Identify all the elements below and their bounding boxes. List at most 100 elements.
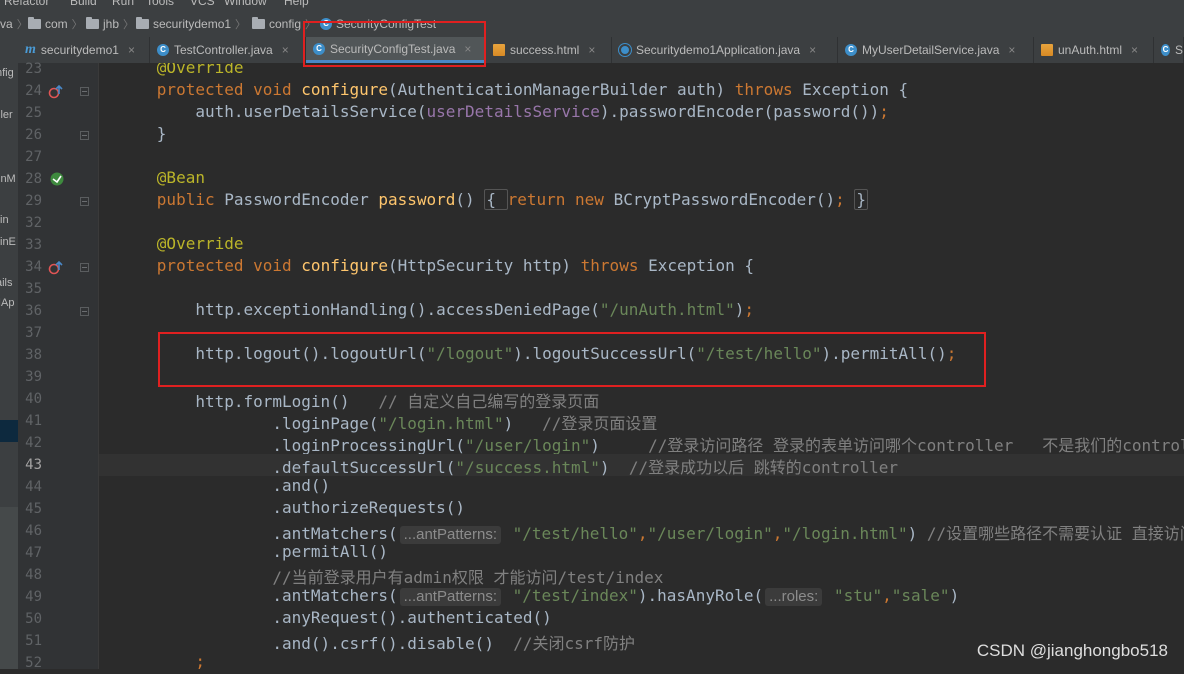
code-token: .antMatchers( [99,586,398,605]
code-line[interactable]: @Bean [99,168,1184,190]
code-line[interactable]: auth.userDetailsService(userDetailsServi… [99,102,1184,124]
project-tree-item[interactable]: ails [0,277,13,289]
code-token: configure [301,80,388,99]
close-icon[interactable]: × [1131,43,1138,57]
project-tree-item[interactable]: IAp [0,297,15,309]
code-line[interactable] [99,278,1184,300]
tab-myuserdetailservice[interactable]: C MyUserDetailService.java × [838,37,1034,63]
tab-unauth-html[interactable]: unAuth.html × [1034,37,1154,63]
code-line[interactable]: .authorizeRequests() [99,498,1184,520]
code-token: } [99,124,167,143]
code-line[interactable]: @Override [99,234,1184,256]
close-icon[interactable]: × [128,43,135,57]
tab-overflow[interactable]: C S [1154,37,1184,63]
tab-label: unAuth.html [1058,43,1123,57]
code-token: "/user/login" [465,436,591,455]
code-line[interactable]: http.logout().logoutUrl("/logout").logou… [99,344,1184,366]
code-line[interactable]: } [99,124,1184,146]
code-token: Exception { [648,256,755,275]
line-number-gutter[interactable]: 23 24 25 26 27 28 29 32 33 34 35 36 37 38 39 40 41 42 43 44… [18,61,111,671]
fold-toggle-icon[interactable] [80,263,89,272]
line-number: 35 [25,281,42,297]
fold-toggle-icon[interactable] [80,307,89,316]
fold-toggle-icon[interactable] [80,131,89,140]
project-tree-item[interactable]: nfig [0,67,14,79]
menu-refactor[interactable]: Refactor [4,0,49,8]
project-tree-item[interactable]: in [0,214,9,226]
project-tree-item[interactable]: inM [0,173,16,185]
code-line[interactable]: .anyRequest().authenticated() [99,608,1184,630]
menu-tools[interactable]: Tools [146,0,174,8]
code-line[interactable]: .loginPage("/login.html") //登录页面设置 [99,410,1184,433]
breadcrumb-item-config[interactable]: config 〉 [252,15,316,33]
code-line[interactable]: protected void configure(AuthenticationM… [99,80,1184,102]
fold-toggle-icon[interactable] [80,197,89,206]
menu-window[interactable]: Window [224,0,267,8]
code-token: protected [156,256,254,275]
project-tree-item[interactable]: inE [0,236,16,248]
code-line[interactable]: @Override [99,63,1184,80]
code-token: .permitAll() [99,542,388,561]
breadcrumb-item-securitydemo1[interactable]: securitydemo1 〉 [136,15,246,33]
watermark: CSDN @jianghongbo518 [976,641,1168,660]
code-token: "/test/hello" [512,524,638,543]
tab-securitydemo1application[interactable]: Securitydemo1Application.java × [612,37,838,63]
fold-toggle-icon[interactable] [80,87,89,96]
code-token: ).hasAnyRole( [637,586,764,605]
menu-vcs[interactable]: VCS [190,0,215,8]
code-line[interactable]: .antMatchers(...antPatterns: "/test/inde… [99,586,1184,608]
code-line[interactable]: .antMatchers(...antPatterns: "/test/hell… [99,520,1184,544]
close-icon[interactable]: × [809,43,816,57]
code-token: "stu" [833,586,883,605]
override-method-icon[interactable] [48,84,64,103]
tab-testcontroller[interactable]: C TestController.java × [150,37,306,63]
folder-icon [252,17,265,29]
code-line[interactable] [99,146,1184,168]
code-token: "/test/index" [512,586,638,605]
line-number: 38 [25,347,42,363]
breadcrumb-item-com[interactable]: com 〉 [28,15,83,33]
code-line[interactable]: http.formLogin() // 自定义自己编写的登录页面 [99,388,1184,411]
code-line[interactable] [99,366,1184,388]
close-icon[interactable]: × [282,43,289,57]
code-token: ; [879,102,889,121]
breadcrumb-separator-icon: 〉 [71,19,83,31]
code-token: BCryptPasswordEncoder() [613,190,836,209]
code-line[interactable]: .permitAll() [99,542,1184,564]
override-method-icon[interactable] [48,260,64,279]
line-number: 52 [25,655,42,671]
parameter-hint: ...roles: [765,588,823,606]
tab-label: securitydemo1 [40,43,119,57]
project-tree-item[interactable]: ller [0,109,13,121]
line-number: 23 [25,61,42,77]
menu-build[interactable]: Build [70,0,97,8]
code-editor[interactable]: @Override protected void configure(Authe… [99,63,1184,669]
tab-success-html[interactable]: success.html × [486,37,612,63]
code-line[interactable]: public PasswordEncoder password() { retu… [99,189,1184,212]
spring-bean-icon[interactable] [49,171,65,191]
menu-help[interactable]: Help [284,0,309,8]
code-line[interactable]: protected void configure(HttpSecurity ht… [99,256,1184,278]
line-number: 26 [25,127,42,143]
code-token: .and().csrf().disable() [99,634,514,653]
line-number: 46 [25,523,42,539]
code-token: http.exceptionHandling().accessDeniedPag… [99,300,600,319]
tab-securityconfigtest[interactable]: C SecurityConfigTest.java × [306,37,486,63]
code-token: ).logoutSuccessUrl( [513,344,697,363]
close-icon[interactable]: × [588,43,595,57]
menu-run[interactable]: Run [112,0,134,8]
code-token: "/logout" [426,344,514,363]
code-line[interactable]: .loginProcessingUrl("/user/login") //登录访… [99,432,1184,455]
code-line[interactable]: http.exceptionHandling().accessDeniedPag… [99,300,1184,322]
code-line[interactable] [99,212,1184,234]
breadcrumb-item-securityconfigtest[interactable]: C SecurityConfigTest [320,15,436,33]
code-token: "/user/login" [647,524,773,543]
code-line[interactable]: //当前登录用户有admin权限 才能访问/test/index [99,564,1184,587]
breadcrumb-item-java[interactable]: va 〉 [0,15,28,33]
code-line[interactable] [99,322,1184,344]
close-icon[interactable]: × [464,42,471,56]
close-icon[interactable]: × [1008,43,1015,57]
code-line[interactable]: .and() [99,476,1184,498]
code-line[interactable]: .defaultSuccessUrl("/success.html") //登录… [99,454,1184,477]
breadcrumb-item-jhb[interactable]: jhb 〉 [86,15,134,33]
